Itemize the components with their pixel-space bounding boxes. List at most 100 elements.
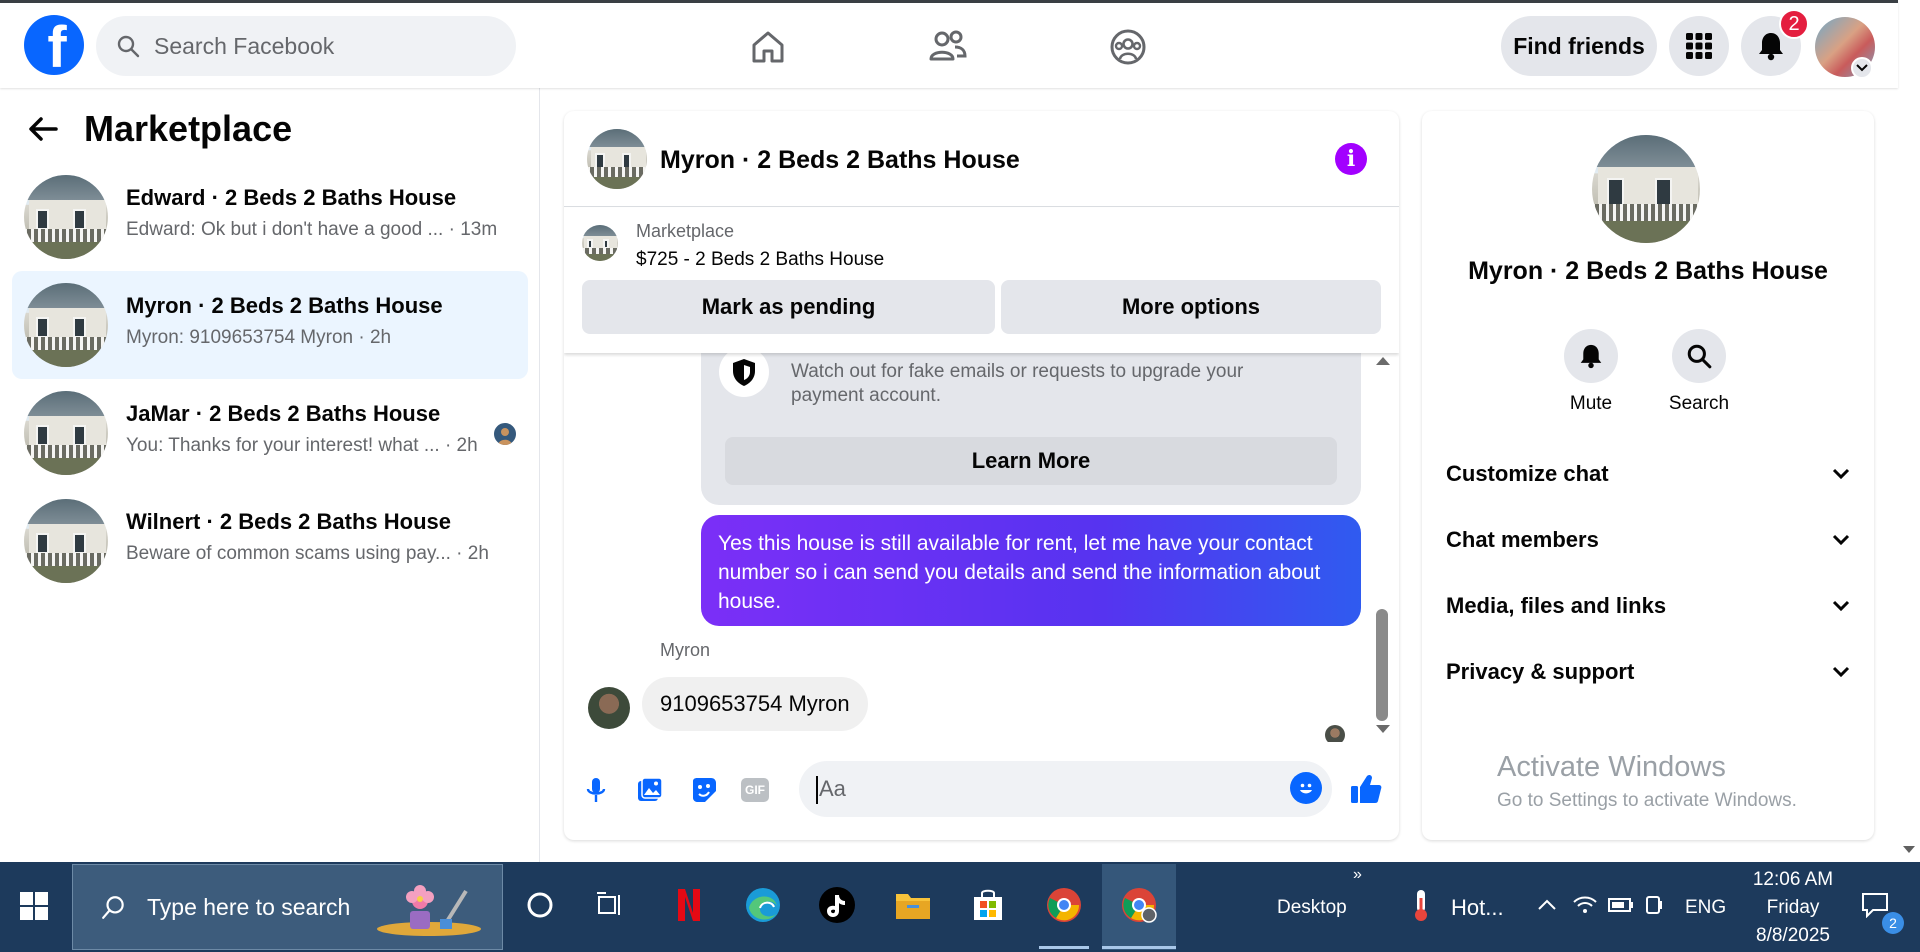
thermometer-weather-icon[interactable] [1396,880,1446,930]
listing-card-thumbnail[interactable] [582,225,618,261]
clock-date[interactable]: 8/8/2025 [1745,925,1841,947]
message-composer: GIF [564,759,1399,823]
incoming-message-bubble: 9109653754 Myron [642,677,868,731]
thumbs-up-icon[interactable] [1348,771,1384,807]
conversation-preview: Beware of common scams using pay... · 2h [126,543,489,564]
conversation-item-jamar[interactable]: JaMar · 2 Beds 2 Baths House You: Thanks… [12,379,528,487]
conversation-preview: You: Thanks for your interest! what ... … [126,435,478,456]
account-chevron-icon[interactable] [1851,57,1873,79]
edge-browser-icon[interactable] [738,880,788,930]
info-icon[interactable]: i [1335,143,1367,175]
action-center-count-badge: 2 [1882,912,1904,934]
device-icon[interactable] [1630,880,1680,930]
toolbar-overflow-icon[interactable]: » [1353,866,1362,884]
netflix-icon[interactable] [664,880,714,930]
back-arrow-icon[interactable] [28,111,64,147]
chevron-down-icon [1832,468,1850,480]
task-view-icon[interactable] [586,880,636,930]
cortana-icon[interactable] [515,880,565,930]
conversation-item-myron[interactable]: Myron · 2 Beds 2 Baths House Myron: 9109… [12,271,528,379]
search-placeholder: Search Facebook [154,32,335,59]
listing-price-title[interactable]: $725 - 2 Beds 2 Baths House [636,249,884,271]
message-thread[interactable]: Watch out for fake emails or requests to… [564,353,1399,742]
chrome-icon[interactable] [1039,880,1089,930]
marketplace-conversations-panel: Marketplace Edward · 2 Beds 2 Baths Hous… [0,88,540,862]
weather-label[interactable]: Hot... [1451,895,1504,921]
page-scroll-down-arrow-icon[interactable] [1903,846,1915,853]
details-title: Myron · 2 Beds 2 Baths House [1468,257,1828,285]
mute-button[interactable]: Mute [1536,329,1646,415]
learn-more-button[interactable]: Learn More [725,437,1337,485]
windows-start-icon[interactable] [20,892,48,920]
text-cursor [816,776,818,804]
photo-attach-icon[interactable] [632,772,668,808]
clock-time[interactable]: 12:06 AM [1745,869,1841,891]
customize-chat-row[interactable]: Customize chat [1446,449,1850,499]
message-input[interactable] [799,761,1332,817]
facebook-logo[interactable]: f [24,15,84,75]
shield-icon [719,353,769,397]
groups-icon[interactable] [1106,25,1150,69]
chat-listing-thumbnail[interactable] [587,129,647,189]
conversation-item-wilnert[interactable]: Wilnert · 2 Beds 2 Baths House Beware of… [12,487,528,595]
privacy-support-row[interactable]: Privacy & support [1446,647,1850,697]
chevron-down-icon [1832,600,1850,612]
scroll-up-arrow-icon[interactable] [1376,357,1390,365]
chat-title[interactable]: Myron · 2 Beds 2 Baths House [660,146,1020,175]
scroll-down-arrow-icon[interactable] [1376,725,1390,733]
listing-source: Marketplace [636,221,735,241]
chrome-profile-running-indicator [1102,946,1176,949]
sticker-icon[interactable] [686,772,722,808]
conversation-name: JaMar · 2 Beds 2 Baths House [126,401,441,426]
chat-header: Myron · 2 Beds 2 Baths House i [564,111,1399,207]
listing-thumbnail [24,175,108,259]
bell-icon [1759,33,1783,61]
search-in-conversation-button[interactable]: Search [1644,329,1754,415]
find-friends-button[interactable]: Find friends [1501,16,1657,76]
conversation-name: Wilnert · 2 Beds 2 Baths House [126,509,451,534]
search-icon [102,896,124,919]
file-explorer-icon[interactable] [888,880,938,930]
section-label: Customize chat [1446,461,1609,486]
emoji-icon[interactable] [1290,772,1322,804]
conversation-name: Myron · 2 Beds 2 Baths House [126,293,443,318]
section-label: Chat members [1446,527,1599,552]
media-files-links-row[interactable]: Media, files and links [1446,581,1850,631]
listing-thumbnail [24,391,108,475]
watermark-line-2: Go to Settings to activate Windows. [1497,790,1797,811]
desktop-toolbar-label[interactable]: Desktop [1277,897,1347,919]
page-scrollbar[interactable] [1898,0,1920,862]
safety-notice-card: Watch out for fake emails or requests to… [701,353,1361,505]
microphone-icon[interactable] [578,772,614,808]
chrome-profile-icon[interactable] [1114,880,1164,930]
input-language[interactable]: ENG [1685,897,1726,919]
chat-details-panel: Myron · 2 Beds 2 Baths House Mute Search… [1422,111,1874,840]
facebook-logo-letter: f [47,15,67,76]
home-icon[interactable] [746,25,790,69]
microsoft-store-icon[interactable] [963,880,1013,930]
tiktok-icon[interactable] [812,880,862,930]
scrollbar-thumb[interactable] [1376,609,1388,721]
listing-thumbnail [24,499,108,583]
sender-avatar[interactable] [588,687,630,729]
facebook-search-box[interactable]: Search Facebook [96,16,516,76]
conversation-item-edward[interactable]: Edward · 2 Beds 2 Baths House Edward: Ok… [12,163,528,271]
mark-as-pending-button[interactable]: Mark as pending [582,280,995,334]
search-label: Search [1668,393,1730,414]
message-scrollbar[interactable] [1372,353,1392,743]
taskbar-search-box[interactable]: Type here to search [72,864,503,950]
bell-icon [1564,329,1618,383]
menu-grid-button[interactable] [1669,16,1729,76]
sender-name: Myron [660,640,711,660]
chevron-down-icon [1832,534,1850,546]
conversation-preview: Myron: 9109653754 Myron · 2h [126,327,392,348]
clock-day[interactable]: Friday [1745,897,1841,919]
conversation-preview: Edward: Ok but i don't have a good ... ·… [126,219,498,240]
details-listing-thumbnail[interactable] [1592,135,1700,243]
marketplace-header: Marketplace [28,108,292,150]
more-options-button[interactable]: More options [1001,280,1381,334]
outgoing-message-bubble: Yes this house is still available for re… [701,515,1361,626]
gif-icon[interactable]: GIF [741,778,769,802]
chat-members-row[interactable]: Chat members [1446,515,1850,565]
friends-icon[interactable] [926,25,970,69]
